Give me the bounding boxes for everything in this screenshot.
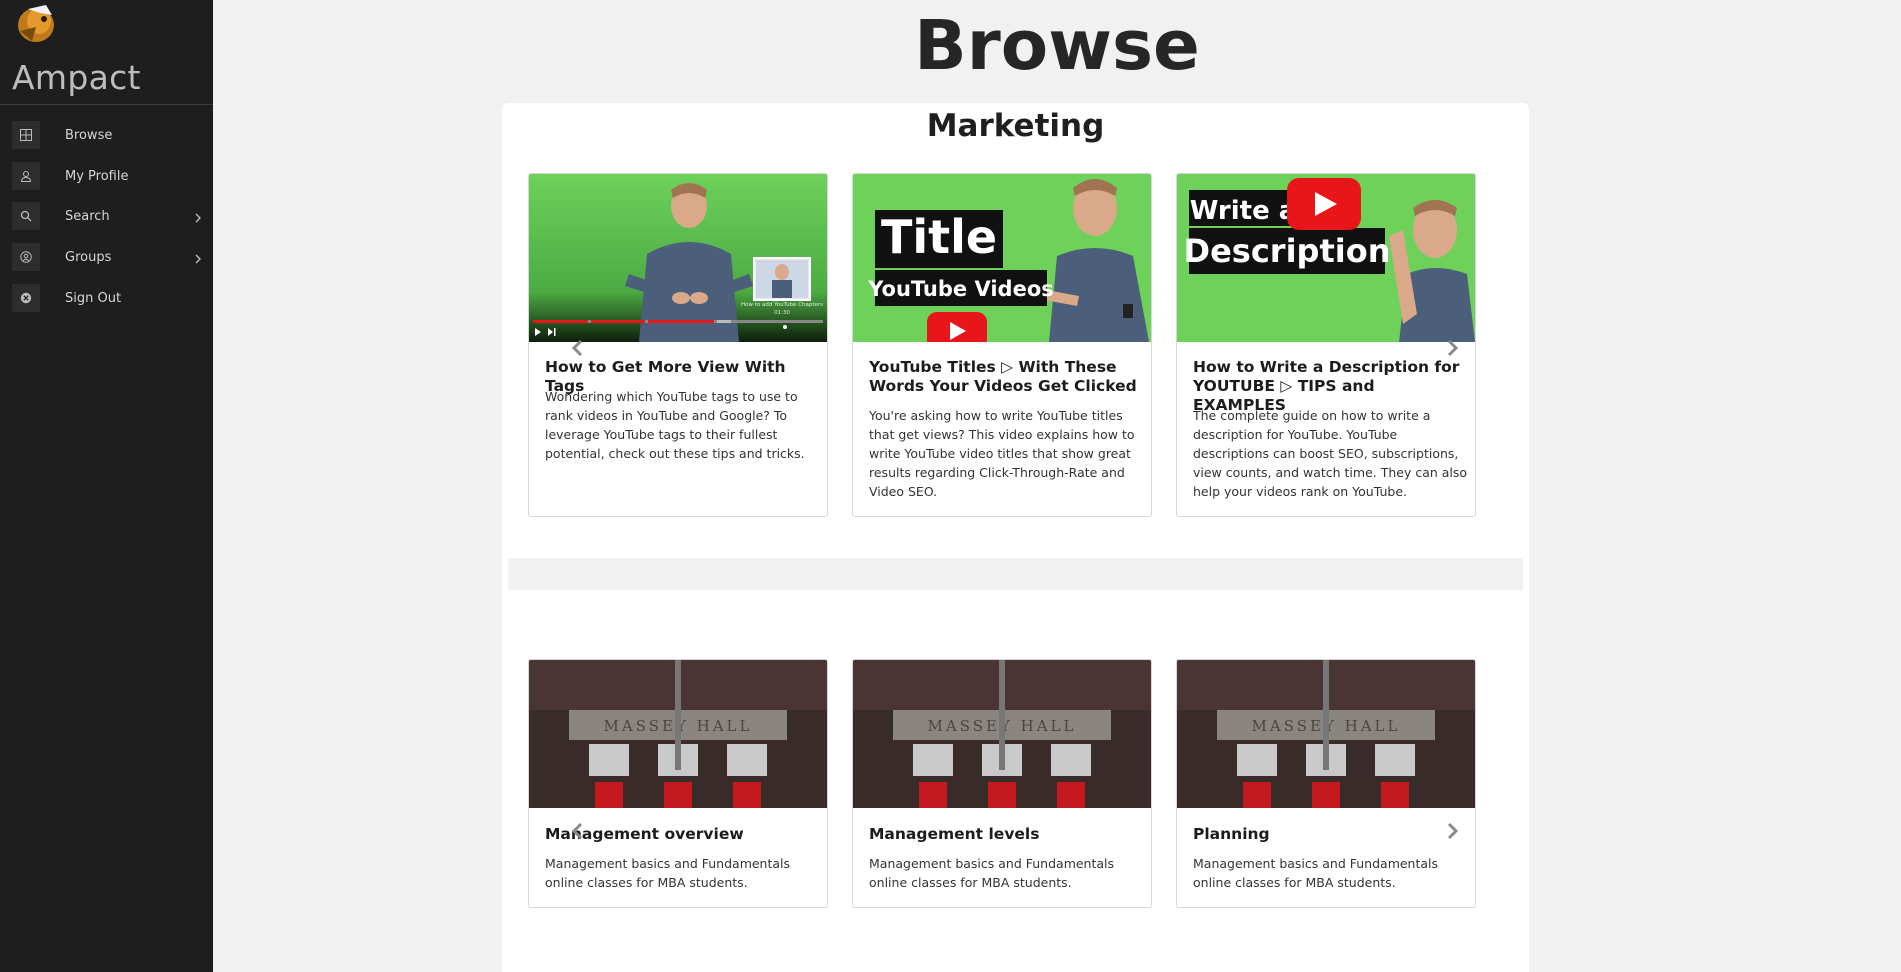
- carousel-next-button[interactable]: [1444, 822, 1460, 840]
- card-title[interactable]: YouTube Titles ▷ With These Words Your V…: [869, 358, 1139, 396]
- thumbnail-text-large: Description: [1184, 232, 1391, 270]
- section-title: Marketing: [926, 108, 1105, 144]
- chevron-left-icon: [571, 339, 583, 357]
- panel-edge: [502, 558, 508, 590]
- user-icon: [12, 162, 40, 190]
- page-title: Browse: [914, 6, 1200, 86]
- thumbnail-overlay-text: How to add YouTube Chapters: [741, 302, 823, 308]
- course-card[interactable]: MASSEY HALL Management levels Management…: [852, 659, 1152, 908]
- sidebar-item-search[interactable]: Search: [12, 202, 202, 230]
- sidebar-item-browse[interactable]: Browse: [12, 121, 202, 149]
- sidebar-item-label: Browse: [65, 127, 113, 143]
- video-thumbnail[interactable]: Title YouTube Videos: [853, 174, 1151, 342]
- card-title[interactable]: Management levels: [869, 825, 1139, 844]
- group-icon: [12, 243, 40, 271]
- thumbnail-timestamp: 01:30: [774, 310, 790, 316]
- sidebar-divider: [0, 104, 213, 105]
- sidebar-item-label: My Profile: [65, 168, 129, 184]
- app-name: Ampact: [12, 58, 141, 97]
- sidebar-item-groups[interactable]: Groups: [12, 243, 202, 271]
- thumbnail-text-small: Write a: [1190, 196, 1297, 226]
- carousel-prev-button[interactable]: [570, 822, 586, 840]
- video-thumbnail[interactable]: How to add YouTube Chapters 01:30: [529, 174, 827, 342]
- chevron-right-icon: [1447, 339, 1459, 357]
- close-circle-icon: [12, 284, 40, 312]
- card-description: You're asking how to write YouTube title…: [869, 408, 1135, 499]
- app-logo[interactable]: [6, 1, 58, 45]
- sidebar-item-label: Search: [65, 208, 110, 224]
- course-card[interactable]: Title YouTube Videos YouTube Titles ▷ Wi…: [852, 173, 1152, 517]
- video-thumbnail[interactable]: Write a Description: [1177, 174, 1475, 342]
- card-description: The complete guide on how to write a des…: [1193, 408, 1468, 499]
- sidebar-item-sign-out[interactable]: Sign Out: [12, 284, 202, 312]
- course-thumbnail[interactable]: MASSEY HALL: [1177, 660, 1475, 808]
- panel-edge: [1523, 558, 1529, 590]
- card-title[interactable]: Planning: [1193, 825, 1463, 844]
- thumbnail-text-large: Title: [881, 210, 997, 264]
- section-management: MASSEY HALL Management overview Manageme…: [502, 590, 1529, 972]
- sidebar-item-label: Sign Out: [65, 290, 122, 306]
- section-marketing: Marketing How to add YouTube Chapters 01…: [502, 103, 1529, 558]
- course-card[interactable]: MASSEY HALL Planning Management basics a…: [1176, 659, 1476, 908]
- carousel-prev-button[interactable]: [570, 339, 586, 357]
- course-card[interactable]: Write a Description How to Write a Descr…: [1176, 173, 1476, 517]
- chevron-right-icon: [194, 209, 202, 228]
- card-description: Management basics and Fundamentals onlin…: [1193, 856, 1439, 890]
- grid-icon: [12, 121, 40, 149]
- chevron-left-icon: [571, 822, 583, 840]
- carousel-next-button[interactable]: [1444, 339, 1460, 357]
- card-description: Wondering which YouTube tags to use to r…: [545, 389, 805, 461]
- thumbnail-text-small: YouTube Videos: [867, 277, 1054, 301]
- chevron-right-icon: [194, 250, 202, 269]
- course-thumbnail[interactable]: MASSEY HALL: [853, 660, 1151, 808]
- youtube-play-icon: [927, 312, 987, 342]
- sidebar-item-my-profile[interactable]: My Profile: [12, 162, 202, 190]
- course-thumbnail[interactable]: MASSEY HALL: [529, 660, 827, 808]
- card-description: Management basics and Fundamentals onlin…: [545, 856, 791, 890]
- sidebar: Ampact Browse My Profile Search Groups S…: [0, 0, 213, 972]
- chevron-right-icon: [1447, 822, 1459, 840]
- youtube-play-icon: [1287, 178, 1361, 230]
- card-description: Management basics and Fundamentals onlin…: [869, 856, 1115, 890]
- course-card[interactable]: MASSEY HALL Management overview Manageme…: [528, 659, 828, 908]
- sidebar-item-label: Groups: [65, 249, 112, 265]
- search-icon: [12, 202, 40, 230]
